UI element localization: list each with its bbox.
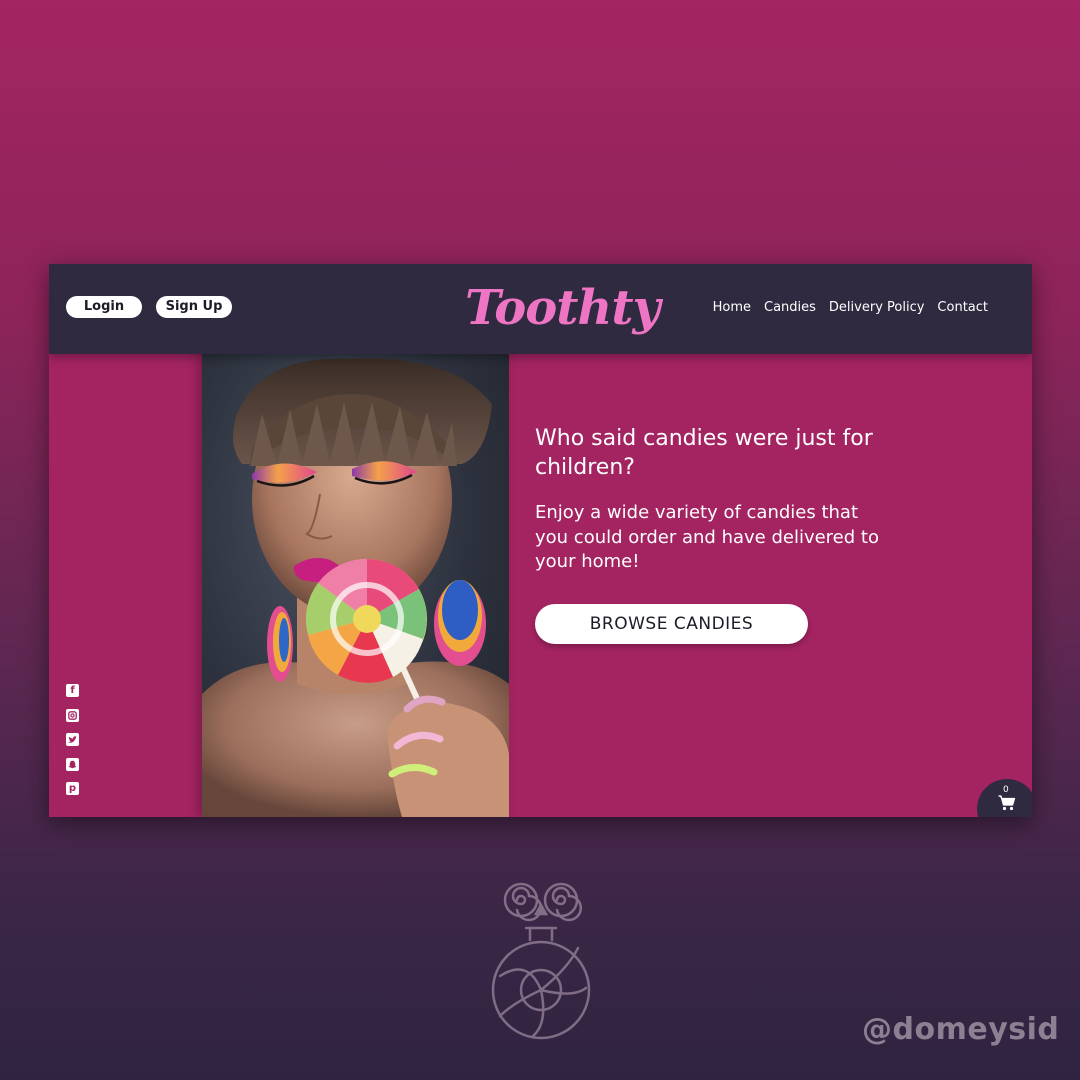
candy-emblem-icon [491, 882, 591, 1040]
snapchat-icon[interactable] [66, 757, 79, 771]
browse-candies-button[interactable]: BROWSE CANDIES [535, 604, 808, 644]
pinterest-icon[interactable]: p [66, 782, 79, 795]
navbar: Login Sign Up Toothty Home Candies Deliv… [49, 264, 1032, 354]
hero-image [202, 354, 509, 817]
signup-button[interactable]: Sign Up [156, 296, 232, 318]
nav-link-candies[interactable]: Candies [764, 299, 816, 317]
nav-link-delivery-policy[interactable]: Delivery Policy [829, 299, 925, 317]
instagram-icon[interactable] [66, 708, 79, 722]
cart-button[interactable]: 0 [977, 779, 1032, 817]
nav-link-contact[interactable]: Contact [937, 299, 988, 317]
hero-headline: Who said candies were just for children? [535, 426, 873, 480]
twitter-icon[interactable] [66, 733, 79, 746]
shopping-cart-icon [998, 795, 1016, 811]
cart-count-badge: 0 [1003, 785, 1009, 795]
nav-link-home[interactable]: Home [713, 299, 751, 317]
hero-section: f p Who said candies were just for child… [49, 354, 1032, 817]
main-navigation: Home Candies Delivery Policy Contact [713, 299, 988, 317]
hero-subtext: Enjoy a wide variety of candies that you… [535, 502, 879, 572]
login-button[interactable]: Login [66, 296, 142, 318]
watermark-handle: @domeysid [862, 1012, 1060, 1047]
social-links: f p [66, 684, 80, 807]
facebook-icon[interactable]: f [66, 684, 79, 697]
brand-logo[interactable]: Toothty [465, 274, 660, 342]
website-mockup: Login Sign Up Toothty Home Candies Deliv… [49, 264, 1032, 817]
